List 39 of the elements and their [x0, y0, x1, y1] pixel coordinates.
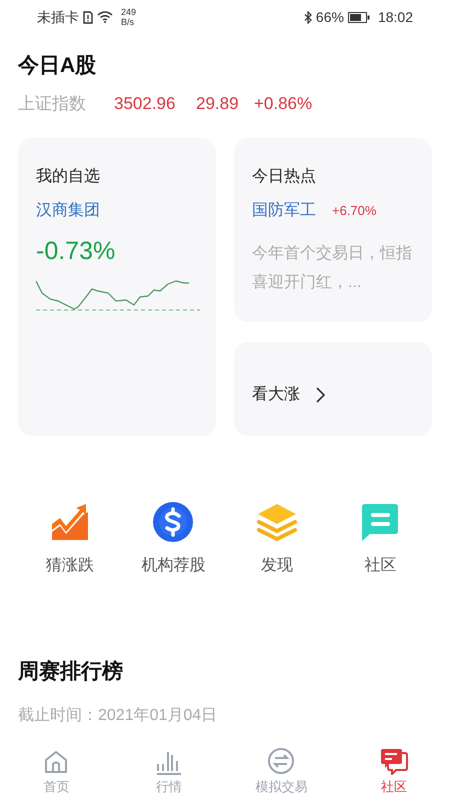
deadline-text: 截止时间：2021年01月04日	[18, 706, 218, 726]
index-value: 3502.96	[114, 92, 176, 114]
net-speed-unit: B/s	[121, 17, 136, 27]
index-name: 上证指数	[18, 92, 87, 114]
exchange-icon	[267, 746, 296, 774]
bluetooth-icon	[304, 10, 312, 24]
nav-tab[interactable]: 社区	[338, 742, 450, 796]
chat-bubbles-icon	[380, 746, 408, 774]
shortcut-button[interactable]: 机构荐股	[122, 502, 225, 578]
gainers-button[interactable]: 看大涨	[234, 342, 432, 436]
carrier-text: 未插卡	[37, 8, 79, 26]
stock-percent: -0.73%	[36, 236, 116, 267]
sector-name[interactable]: 国防军工	[252, 199, 316, 223]
card-title: 今日热点	[252, 166, 317, 187]
battery-icon	[348, 12, 370, 22]
battery-percent: 66%	[316, 8, 344, 26]
stock-name[interactable]: 汉商集团	[36, 199, 198, 223]
card-title: 我的自选	[36, 166, 101, 187]
sim-alert-icon	[83, 10, 93, 24]
home-icon	[43, 748, 70, 774]
sector-percent: +6.70%	[332, 202, 376, 220]
index-change: 29.89	[196, 92, 240, 114]
shortcut-button[interactable]: 社区	[328, 502, 432, 578]
section-title: 周赛排行榜	[18, 658, 124, 685]
dollar-coin-icon	[153, 502, 194, 542]
wifi-icon	[97, 11, 113, 23]
index-percent: +0.86%	[254, 92, 312, 114]
hot-topic-card[interactable]: 今日热点 国防军工 +6.70% 今年首个交易日，恒指喜迎开门红，...	[234, 138, 432, 322]
chevron-right-icon	[316, 387, 325, 403]
news-summary: 今年首个交易日，恒指喜迎开门红，...	[252, 244, 413, 293]
trend-chart-icon	[50, 502, 90, 542]
section-title: 今日A股	[18, 53, 98, 79]
shortcut-button[interactable]: 猜涨跌	[18, 502, 122, 578]
clock-time: 18:02	[378, 8, 413, 26]
chat-bubble-icon	[360, 502, 400, 542]
layers-icon	[256, 502, 298, 542]
watchlist-card[interactable]: 我的自选 汉商集团 -0.73%	[18, 138, 216, 436]
net-speed-value: 249	[121, 7, 136, 17]
shortcut-button[interactable]: 发现	[225, 502, 328, 578]
